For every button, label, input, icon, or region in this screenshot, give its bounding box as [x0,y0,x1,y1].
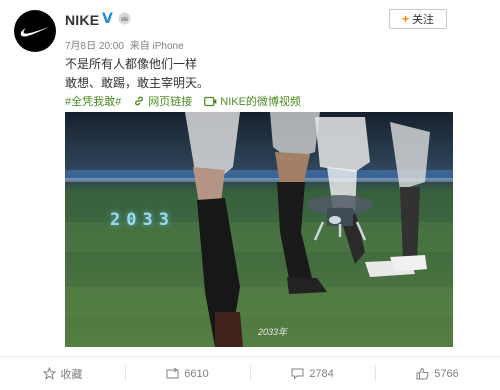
post-time[interactable]: 7月8日 20:00 [65,41,124,52]
comment-count: 2784 [309,367,334,380]
svg-text:V: V [102,11,113,25]
member-crown-icon [118,12,131,25]
comment-button[interactable]: 2784 [250,357,375,390]
follow-button[interactable]: + 关注 [389,9,447,29]
video-link[interactable]: NIKE的微博视频 [204,93,301,109]
favorite-label: 收藏 [60,368,83,381]
web-link-label: 网页链接 [148,96,193,108]
hashtag-text: #全凭我敢# [65,96,122,108]
web-link[interactable]: 网页链接 [133,93,192,109]
follow-label: 关注 [412,14,434,26]
post-text-line-1: 不是所有人都像他们一样 [65,57,198,71]
overlay-digits: 2033 [110,210,175,230]
video-link-label: NIKE的微博视频 [220,96,301,108]
weibo-post-card: NIKE V + 关注 7月8日 20:00 来自 iPhone 不是所有人都像… [0,0,500,390]
plus-icon: + [401,12,409,26]
favorite-button[interactable]: 收藏 [0,357,125,390]
comment-icon [291,368,304,380]
video-player[interactable]: 2033 2033年 [65,112,453,347]
repost-count: 6610 [184,367,209,380]
link-icon [135,96,144,106]
nike-swoosh-icon [20,27,49,37]
post-text-line-2: 敢想、敢踢，敢主宰明天。 [65,76,210,90]
username[interactable]: NIKE [65,12,99,28]
thumbs-up-icon [416,367,429,380]
post-meta: 7月8日 20:00 来自 iPhone [65,37,187,52]
verified-v-icon: V [102,11,113,25]
repost-button[interactable]: 6610 [125,357,250,390]
star-icon [42,367,56,380]
video-caption: 2033年 [258,327,288,337]
video-icon [204,96,217,106]
hashtag-link[interactable]: #全凭我敢# [65,93,121,109]
post-source: 来自 iPhone [129,41,184,52]
repost-icon [166,367,179,379]
post-links: #全凭我敢# 网页链接 NIKE的微博视频 [65,93,313,109]
like-count: 5766 [434,367,459,380]
like-button[interactable]: 5766 [375,357,500,390]
nike-avatar[interactable] [14,10,56,52]
